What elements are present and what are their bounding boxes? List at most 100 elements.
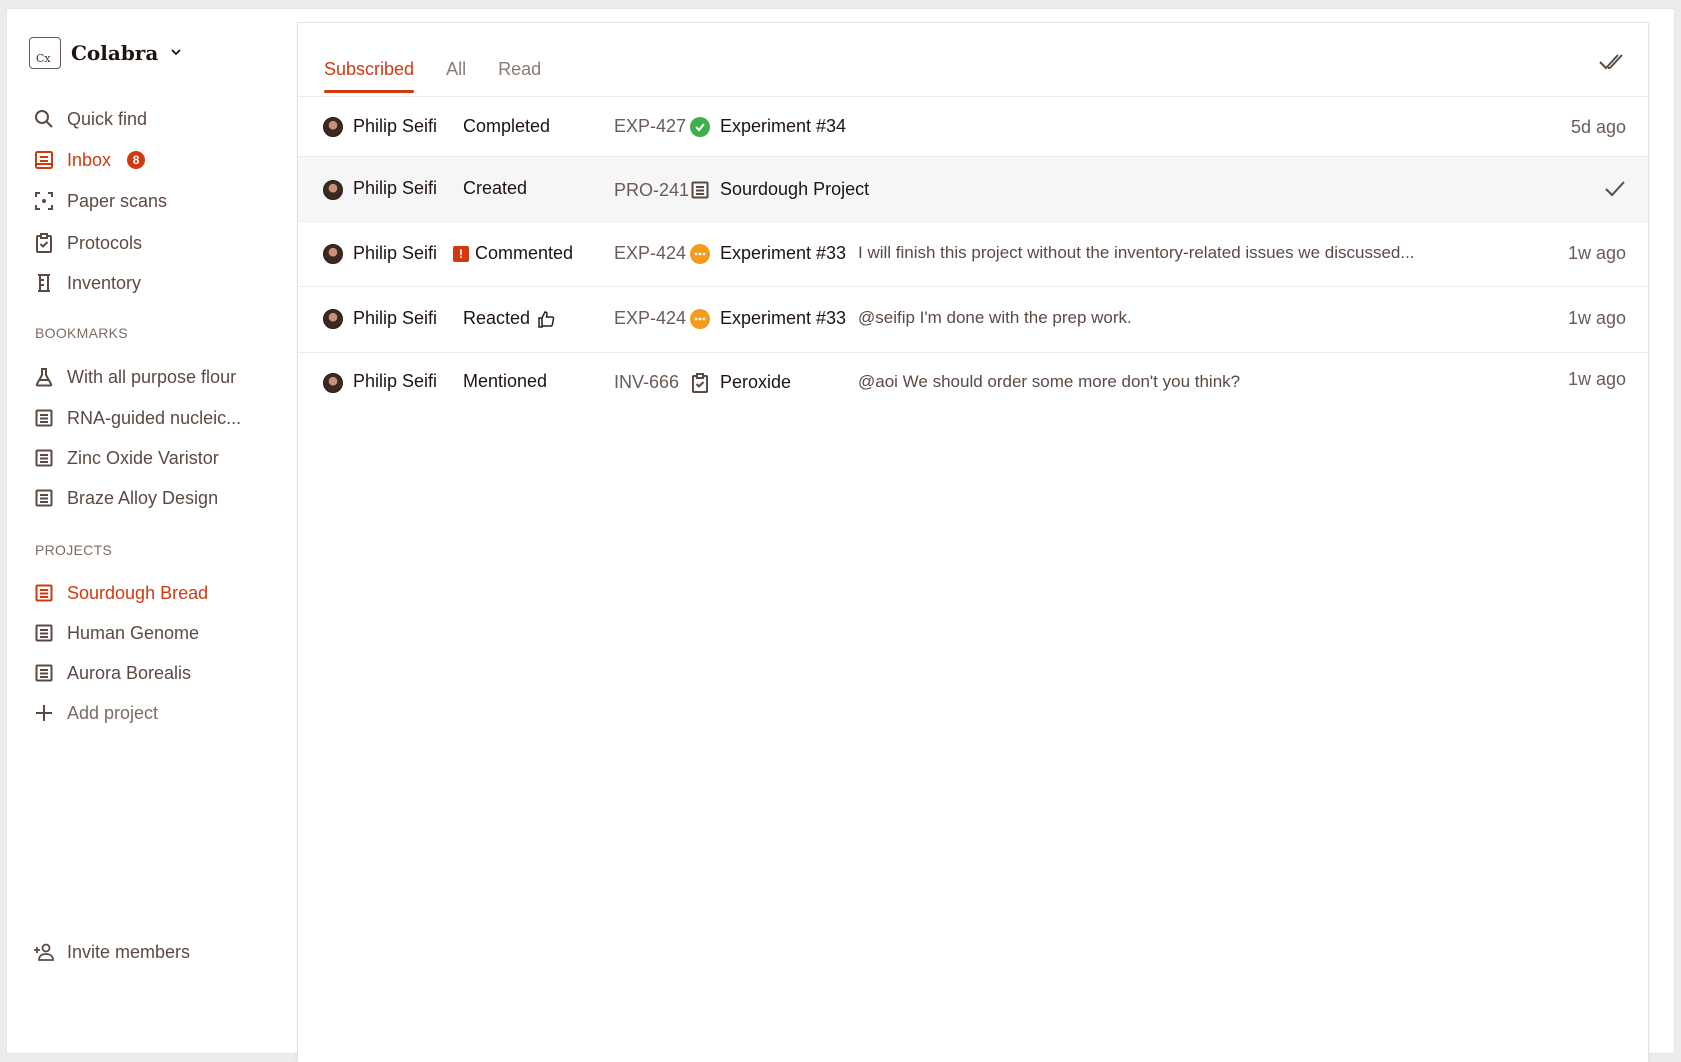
notification-row[interactable]: Philip Seifi Mentioned INV-666 Peroxide …	[298, 353, 1648, 415]
item-link[interactable]: Sourdough Project	[690, 179, 869, 200]
notification-user: Philip Seifi	[353, 371, 438, 391]
thumbs-up-icon	[536, 309, 556, 329]
nav-protocols[interactable]: Protocols	[33, 229, 142, 257]
bookmark-label: RNA-guided nucleic...	[67, 407, 242, 428]
item-code: EXP-424	[614, 243, 687, 263]
tab-all[interactable]: All	[446, 59, 466, 93]
item-link[interactable]: Experiment #33	[690, 243, 846, 264]
item-link[interactable]: Peroxide	[690, 372, 791, 393]
notification-action: Created	[463, 178, 527, 199]
notification-message: @aoi We should order some more don't you…	[858, 372, 1241, 391]
app-window: Cx Colabra Quick find Inbox 8 Paper scan…	[6, 8, 1675, 1062]
nav-paper-scans[interactable]: Paper scans	[33, 187, 167, 215]
avatar	[323, 309, 343, 329]
notification-user: Philip Seifi	[353, 243, 438, 263]
notification-row[interactable]: Philip Seifi ! Commented EXP-424 Experim…	[298, 222, 1648, 287]
nav-label: Paper scans	[67, 190, 168, 211]
document-icon	[33, 407, 55, 429]
item-title: Experiment #34	[720, 116, 847, 136]
workspace-name: Colabra	[71, 41, 159, 65]
notification-list: Philip Seifi Completed EXP-427 Experimen…	[298, 96, 1648, 415]
notification-time: 1w ago	[1567, 308, 1626, 328]
bookmark-item[interactable]: RNA-guided nucleic...	[33, 404, 241, 432]
chevron-down-icon	[170, 46, 182, 61]
notification-action: ! Commented	[453, 243, 573, 264]
avatar	[323, 373, 343, 393]
bookmarks-heading: BOOKMARKS	[35, 325, 128, 341]
notification-row[interactable]: Philip Seifi Completed EXP-427 Experimen…	[298, 97, 1648, 157]
nav-label: Inventory	[67, 272, 142, 293]
item-code: EXP-427	[614, 116, 687, 136]
search-icon	[33, 108, 55, 130]
invite-members-label: Invite members	[67, 941, 191, 962]
nav-label: Protocols	[67, 232, 143, 253]
in-progress-status-icon	[690, 308, 710, 329]
sidebar: Cx Colabra Quick find Inbox 8 Paper scan…	[7, 9, 297, 1053]
bookmark-label: Zinc Oxide Varistor	[67, 447, 219, 468]
notification-message: I will finish this project without the i…	[858, 243, 1415, 262]
alert-icon: !	[453, 245, 469, 262]
item-code: INV-666	[614, 372, 680, 392]
check-icon	[1605, 181, 1625, 197]
bookmark-item[interactable]: With all purpose flour	[33, 363, 236, 391]
add-project-button[interactable]: Add project	[33, 699, 158, 727]
document-icon	[33, 487, 55, 509]
flask-icon	[33, 366, 55, 388]
notification-action: Reacted	[463, 308, 556, 329]
action-label: Reacted	[463, 308, 531, 328]
item-title: Peroxide	[720, 372, 792, 392]
notification-message: @seifip I'm done with the prep work.	[858, 308, 1132, 327]
tab-read[interactable]: Read	[498, 59, 541, 93]
invite-members-button[interactable]: Invite members	[33, 938, 190, 966]
document-icon	[690, 180, 710, 200]
notification-time: 1w ago	[1567, 243, 1626, 263]
completed-status-icon	[690, 116, 710, 137]
tab-subscribed[interactable]: Subscribed	[324, 59, 415, 93]
mark-all-read-button[interactable]	[1598, 47, 1628, 77]
notification-user: Philip Seifi	[353, 308, 438, 328]
bookmark-item[interactable]: Braze Alloy Design	[33, 484, 218, 512]
document-icon	[33, 662, 55, 684]
in-progress-status-icon	[690, 243, 710, 264]
inbox-panel: Subscribed All Read Philip Seifi Complet…	[297, 22, 1649, 1062]
item-link[interactable]: Experiment #34	[690, 116, 846, 137]
plus-icon	[33, 702, 55, 724]
notification-row[interactable]: Philip Seifi Reacted EXP-424 Experiment …	[298, 287, 1648, 353]
document-icon	[33, 622, 55, 644]
action-label: Created	[463, 178, 528, 198]
bookmark-label: Braze Alloy Design	[67, 487, 219, 508]
mark-read-button[interactable]	[1604, 179, 1626, 199]
item-code: PRO-241	[614, 180, 690, 200]
inbox-count-badge: 8	[127, 151, 146, 169]
nav-quick-find[interactable]: Quick find	[33, 105, 147, 133]
avatar	[323, 244, 343, 264]
notification-action: Completed	[463, 116, 550, 137]
item-title: Sourdough Project	[720, 179, 870, 199]
document-icon	[33, 447, 55, 469]
notification-time: 1w ago	[1567, 369, 1626, 389]
add-user-icon	[33, 941, 55, 963]
add-project-label: Add project	[67, 702, 159, 723]
avatar	[323, 117, 343, 137]
notification-row[interactable]: Philip Seifi Created PRO-241 Sourdough P…	[298, 157, 1648, 222]
clipboard-check-icon	[33, 232, 55, 254]
project-item[interactable]: Aurora Borealis	[33, 659, 191, 687]
inventory-icon	[33, 272, 55, 294]
avatar	[323, 180, 343, 200]
bookmark-label: With all purpose flour	[67, 366, 237, 387]
nav-inbox[interactable]: Inbox 8	[33, 146, 146, 174]
nav-label: Inbox	[67, 149, 112, 170]
project-item[interactable]: Sourdough Bread	[33, 579, 208, 607]
double-check-icon	[1599, 54, 1623, 70]
notification-action: Mentioned	[463, 371, 547, 392]
workspace-logo: Cx	[29, 37, 61, 69]
scan-icon	[33, 190, 55, 212]
projects-heading: PROJECTS	[35, 542, 113, 558]
nav-inventory[interactable]: Inventory	[33, 269, 141, 297]
inbox-icon	[33, 149, 55, 171]
document-icon	[33, 582, 55, 604]
bookmark-item[interactable]: Zinc Oxide Varistor	[33, 444, 219, 472]
item-link[interactable]: Experiment #33	[690, 308, 846, 329]
project-item[interactable]: Human Genome	[33, 619, 199, 647]
workspace-switcher[interactable]: Cx Colabra	[29, 37, 182, 69]
